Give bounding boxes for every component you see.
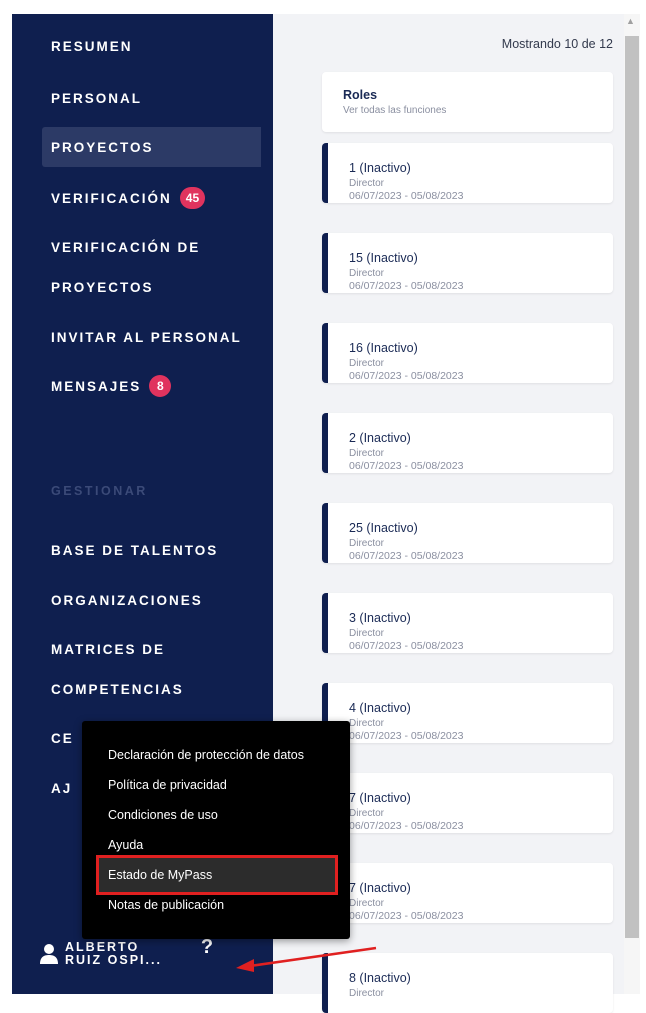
project-card[interactable]: 25 (Inactivo) Director 06/07/2023 - 05/0…	[322, 503, 613, 563]
nav-label: PERSONAL	[51, 90, 143, 106]
nav-label: VERIFICACIÓN DE	[51, 239, 201, 255]
nav-verificacion-proyectos[interactable]: VERIFICACIÓN DE	[0, 227, 261, 267]
project-dates: 06/07/2023 - 05/08/2023	[349, 910, 464, 922]
user-profile[interactable]: ALBERTO RUIZ OSPI...	[40, 934, 162, 974]
project-role: Director	[349, 718, 385, 729]
project-title: 2 (Inactivo)	[349, 431, 411, 445]
project-title: 1 (Inactivo)	[349, 161, 411, 175]
project-role: Director	[349, 448, 385, 459]
menu-item-terms-of-use[interactable]: Condiciones de uso	[108, 808, 218, 822]
project-role: Director	[349, 898, 385, 909]
menu-item-help[interactable]: Ayuda	[108, 838, 143, 852]
project-card[interactable]: 2 (Inactivo) Director 06/07/2023 - 05/08…	[322, 413, 613, 473]
nav-personal[interactable]: PERSONAL	[0, 78, 261, 118]
project-role: Director	[349, 268, 385, 279]
project-dates: 06/07/2023 - 05/08/2023	[349, 820, 464, 832]
project-title: 3 (Inactivo)	[349, 611, 411, 625]
nav-base-talentos[interactable]: BASE DE TALENTOS	[0, 530, 261, 570]
project-card[interactable]: 15 (Inactivo) Director 06/07/2023 - 05/0…	[322, 233, 613, 293]
nav-invitar-personal[interactable]: INVITAR AL PERSONAL	[0, 317, 261, 357]
nav-matrices-competencias[interactable]: MATRICES DE	[0, 629, 261, 669]
nav-label: MENSAJES	[51, 378, 142, 394]
project-dates: 06/07/2023 - 05/08/2023	[349, 730, 464, 742]
user-name: ALBERTO RUIZ OSPI...	[65, 941, 162, 967]
menu-item-privacy-policy[interactable]: Política de privacidad	[108, 778, 227, 792]
project-role: Director	[349, 178, 385, 189]
nav-label: RESUMEN	[51, 38, 133, 54]
project-title: 15 (Inactivo)	[349, 251, 418, 265]
nav-label: INVITAR AL PERSONAL	[51, 329, 242, 345]
user-last-name: RUIZ OSPI...	[65, 953, 162, 967]
project-title: 7 (Inactivo)	[349, 791, 411, 805]
roles-subtitle: Ver todas las funciones	[343, 105, 447, 116]
nav-organizaciones[interactable]: ORGANIZACIONES	[0, 580, 261, 620]
project-dates: 06/07/2023 - 05/08/2023	[349, 550, 464, 562]
project-title: 8 (Inactivo)	[349, 971, 411, 985]
project-role: Director	[349, 538, 385, 549]
menu-item-mypass-status[interactable]: Estado de MyPass	[108, 868, 212, 882]
project-card[interactable]: 16 (Inactivo) Director 06/07/2023 - 05/0…	[322, 323, 613, 383]
project-dates: 06/07/2023 - 05/08/2023	[349, 370, 464, 382]
nav-label: PROYECTOS	[51, 279, 154, 295]
nav-label: PROYECTOS	[51, 139, 154, 155]
project-title: 25 (Inactivo)	[349, 521, 418, 535]
nav-label: ORGANIZACIONES	[51, 592, 203, 608]
project-dates: 06/07/2023 - 05/08/2023	[349, 280, 464, 292]
project-title: 16 (Inactivo)	[349, 341, 418, 355]
project-card[interactable]: 4 (Inactivo) Director 06/07/2023 - 05/08…	[322, 683, 613, 743]
project-card[interactable]: 1 (Inactivo) Director 06/07/2023 - 05/08…	[322, 143, 613, 203]
project-title: 4 (Inactivo)	[349, 701, 411, 715]
nav-mensajes[interactable]: MENSAJES 8	[0, 366, 261, 406]
help-button[interactable]: ?	[196, 936, 218, 959]
nav-label: VERIFICACIÓN	[51, 190, 172, 206]
nav-label: CE	[51, 730, 74, 746]
nav-label: BASE DE TALENTOS	[51, 542, 219, 558]
scroll-up-icon[interactable]: ▲	[626, 16, 635, 26]
verification-count-badge: 45	[179, 187, 206, 209]
nav-resumen[interactable]: RESUMEN	[0, 26, 261, 66]
results-count: Mostrando 10 de 12	[501, 37, 613, 51]
menu-item-data-protection[interactable]: Declaración de protección de datos	[108, 748, 304, 762]
nav-proyectos[interactable]: PROYECTOS	[42, 127, 261, 167]
project-dates: 06/07/2023 - 05/08/2023	[349, 190, 464, 202]
project-dates: 06/07/2023 - 05/08/2023	[349, 640, 464, 652]
project-role: Director	[349, 628, 385, 639]
project-role: Director	[349, 808, 385, 819]
section-label-gestionar: GESTIONAR	[51, 484, 148, 498]
project-role: Director	[349, 358, 385, 369]
nav-matrices-competencias-line2[interactable]: COMPETENCIAS	[0, 669, 261, 709]
nav-label: COMPETENCIAS	[51, 681, 184, 697]
menu-item-release-notes[interactable]: Notas de publicación	[108, 898, 224, 912]
project-card[interactable]: 7 (Inactivo) Director 06/07/2023 - 05/08…	[322, 773, 613, 833]
user-icon	[40, 944, 58, 964]
messages-count-badge: 8	[149, 375, 172, 397]
project-title: 7 (Inactivo)	[349, 881, 411, 895]
project-card[interactable]: 3 (Inactivo) Director 06/07/2023 - 05/08…	[322, 593, 613, 653]
project-card[interactable]: 7 (Inactivo) Director 06/07/2023 - 05/08…	[322, 863, 613, 923]
nav-label: AJ	[51, 780, 73, 796]
nav-verificacion-proyectos-line2[interactable]: PROYECTOS	[0, 267, 261, 307]
nav-verificacion[interactable]: VERIFICACIÓN 45	[0, 178, 261, 218]
annotation-arrow-icon	[236, 946, 377, 972]
roles-card[interactable]: Roles Ver todas las funciones	[322, 72, 613, 132]
roles-title: Roles	[343, 88, 378, 102]
project-dates: 06/07/2023 - 05/08/2023	[349, 460, 464, 472]
scrollbar-thumb[interactable]	[625, 36, 639, 938]
nav-label: MATRICES DE	[51, 641, 166, 657]
